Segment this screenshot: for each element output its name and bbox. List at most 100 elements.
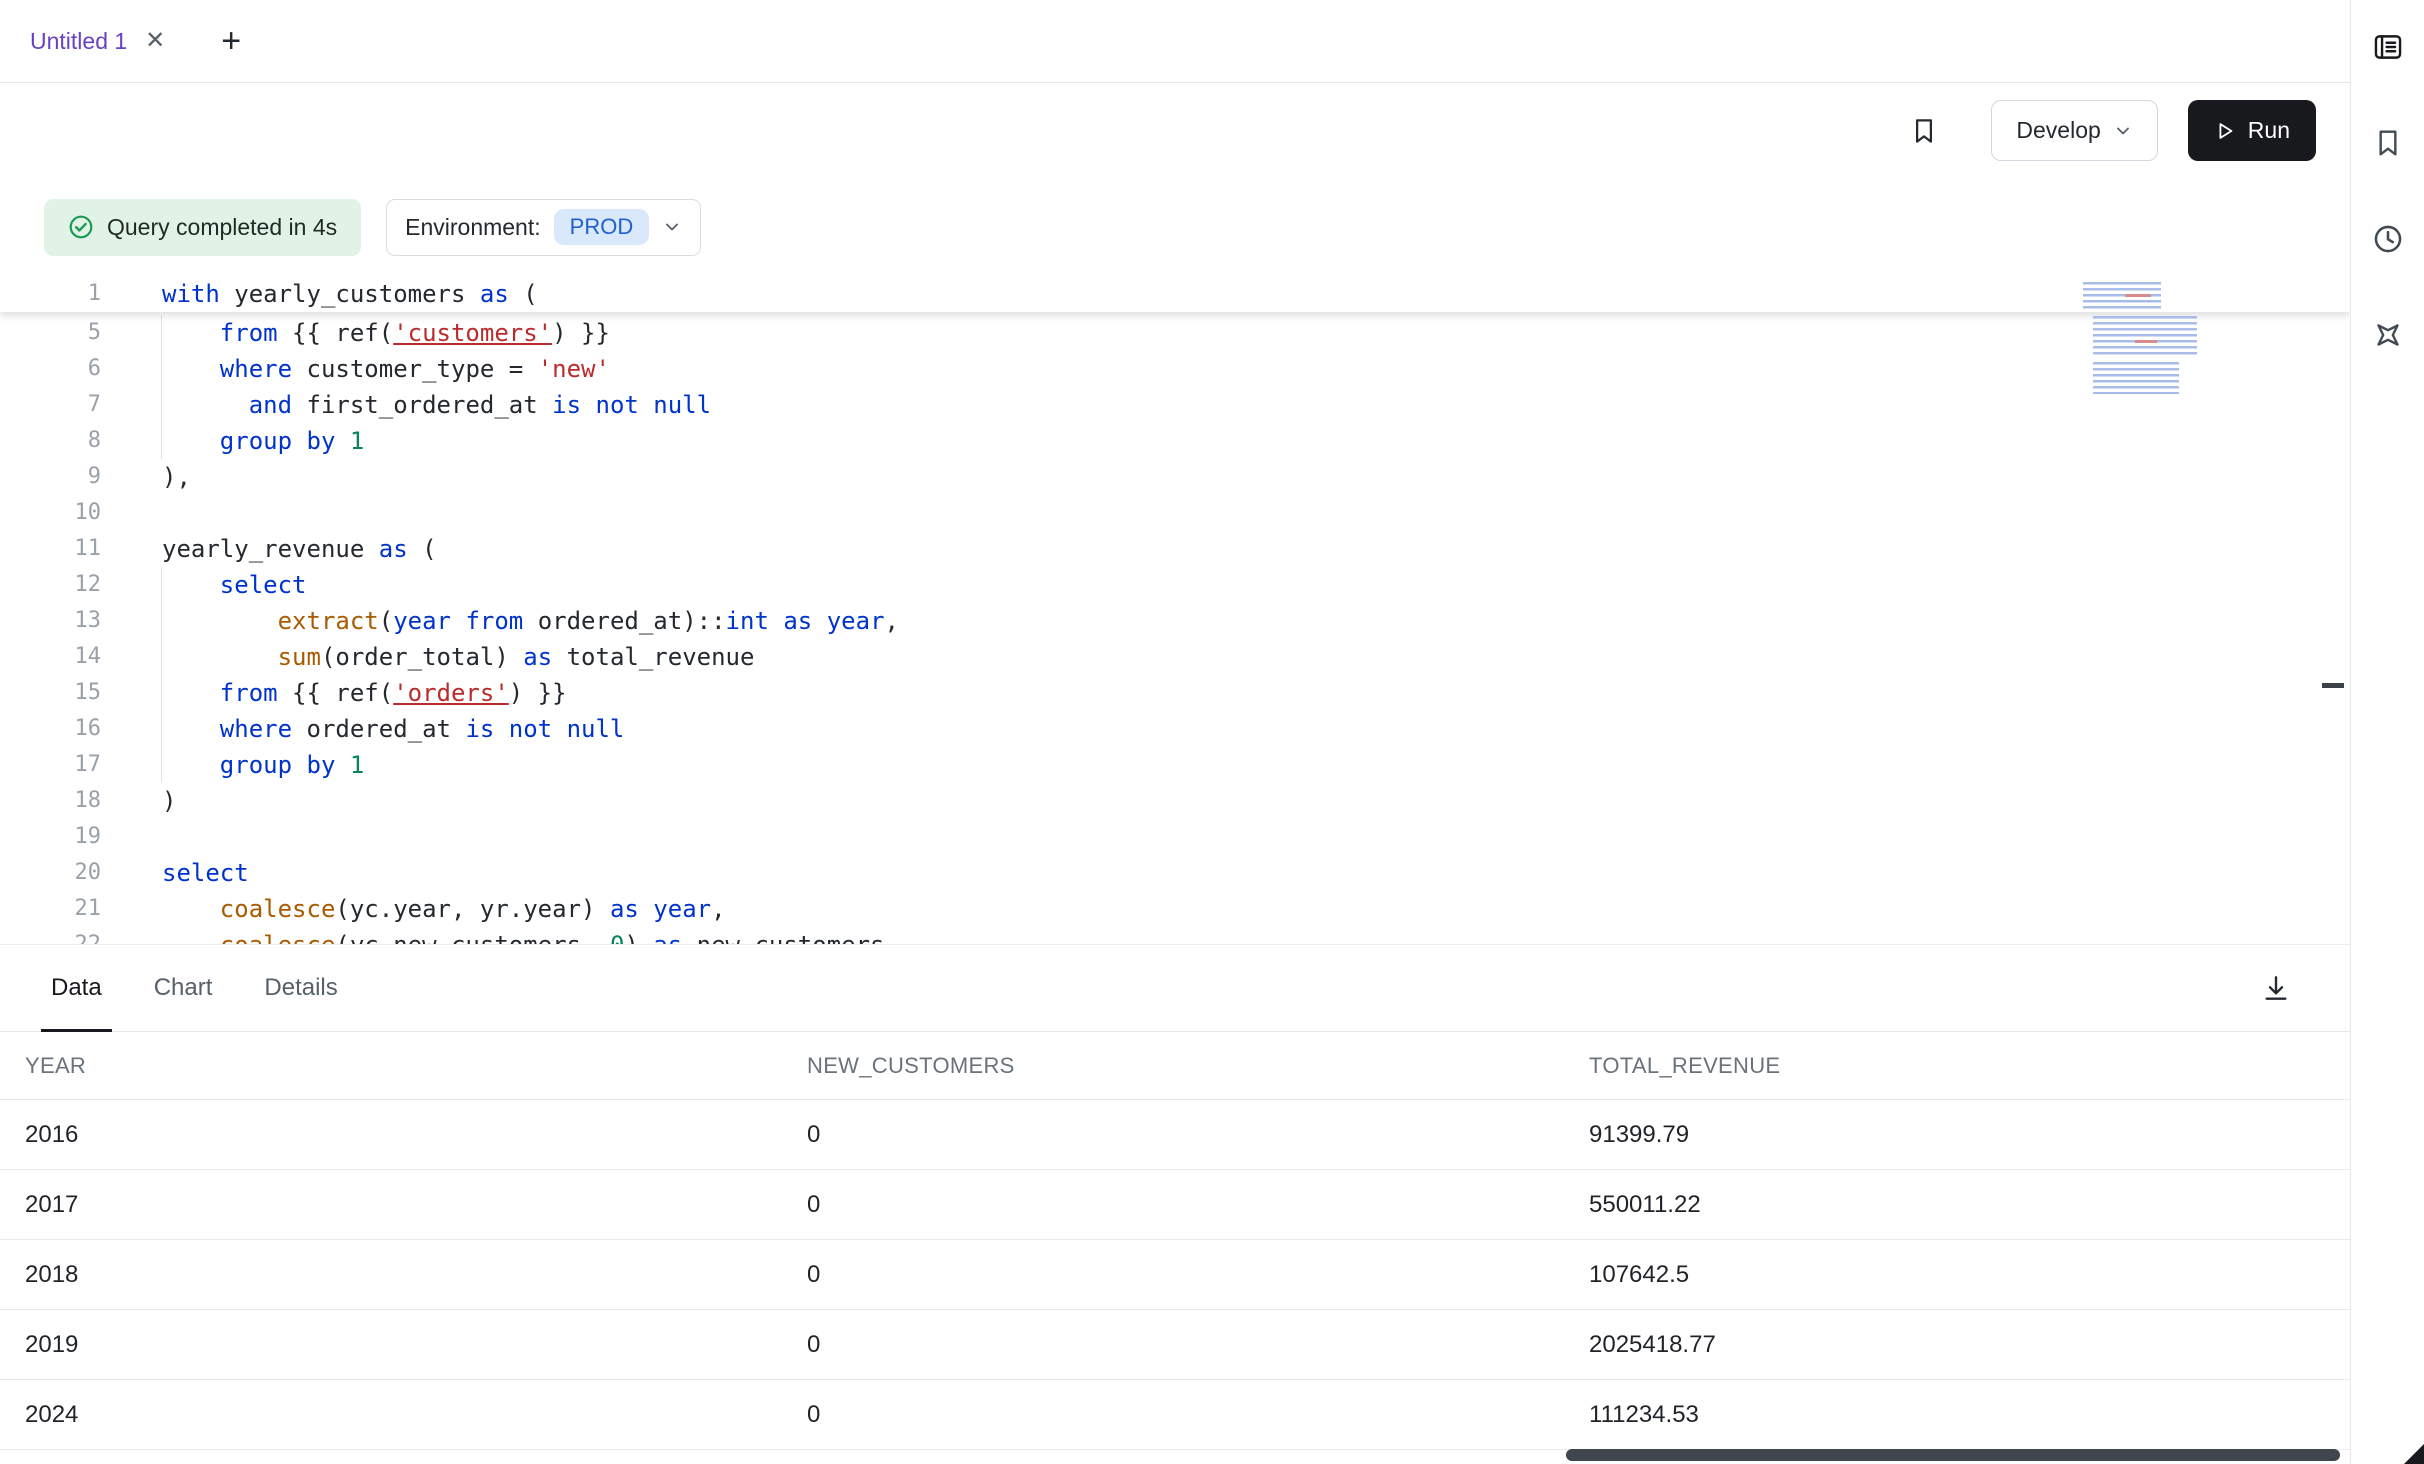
code-line[interactable]: 1with yearly_customers as ( [0, 276, 2350, 312]
table-cell: 2018 [25, 1261, 807, 1289]
line-number: 5 [0, 315, 101, 351]
column-header[interactable]: NEW_CUSTOMERS [807, 1053, 1589, 1079]
status-bar: Query completed in 4s Environment: PROD [0, 178, 2350, 276]
code-line[interactable]: 9), [0, 459, 2350, 495]
line-number: 17 [0, 747, 101, 783]
results-tab-chart[interactable]: Chart [154, 945, 213, 1031]
results-panel: Data Chart Details YEARNEW_CUSTOMERSTOTAL_… [0, 944, 2350, 1464]
line-number: 16 [0, 711, 101, 747]
table-cell: 0 [807, 1121, 1589, 1149]
download-icon[interactable] [2260, 972, 2292, 1004]
close-tab-icon[interactable]: ✕ [145, 29, 165, 53]
tab-untitled-1[interactable]: Untitled 1 ✕ [0, 0, 195, 82]
line-number: 15 [0, 675, 101, 711]
document-outline-icon[interactable] [2369, 28, 2407, 66]
query-status-pill: Query completed in 4s [44, 199, 361, 256]
code-lines: 5 from {{ ref('customers') }}6 where cus… [0, 315, 2350, 944]
run-label: Run [2248, 117, 2290, 144]
results-tabs: Data Chart Details [51, 945, 338, 1031]
play-icon [2214, 120, 2236, 142]
code-line[interactable]: 5 from {{ ref('customers') }} [0, 315, 2350, 351]
toolbar: Develop Run [0, 83, 2350, 178]
sticky-line-slot: 1with yearly_customers as ( [0, 276, 2350, 312]
chevron-down-icon [662, 217, 682, 237]
code-line[interactable]: 17 group by 1 [0, 747, 2350, 783]
line-number: 13 [0, 603, 101, 639]
tab-bar: Untitled 1 ✕ + [0, 0, 2350, 83]
table-cell: 107642.5 [1589, 1261, 2350, 1289]
minimap-block [2083, 282, 2161, 312]
line-number: 6 [0, 351, 101, 387]
environment-badge: PROD [554, 209, 650, 245]
line-number: 1 [0, 276, 101, 312]
line-number: 8 [0, 423, 101, 459]
code-line[interactable]: 21 coalesce(yc.year, yr.year) as year, [0, 891, 2350, 927]
code-line[interactable]: 20select [0, 855, 2350, 891]
minimap-highlight [2135, 340, 2157, 343]
table-cell: 91399.79 [1589, 1121, 2350, 1149]
code-line[interactable]: 16 where ordered_at is not null [0, 711, 2350, 747]
table-cell: 0 [807, 1191, 1589, 1219]
table-cell: 111234.53 [1589, 1401, 2350, 1429]
table-cell: 0 [807, 1261, 1589, 1289]
results-tab-data[interactable]: Data [51, 945, 102, 1031]
table-cell: 2024 [25, 1401, 807, 1429]
sql-editor[interactable]: 1with yearly_customers as ( 5 from {{ re… [0, 276, 2350, 944]
table-cell: 0 [807, 1331, 1589, 1359]
code-line[interactable]: 10 [0, 495, 2350, 531]
code-line[interactable]: 19 [0, 819, 2350, 855]
table-row[interactable]: 20240111234.53 [0, 1380, 2350, 1450]
environment-label: Environment: [405, 214, 541, 241]
table-cell: 2019 [25, 1331, 807, 1359]
history-icon[interactable] [2369, 220, 2407, 258]
table-row[interactable]: 20170550011.22 [0, 1170, 2350, 1240]
minimap-highlight [2125, 294, 2151, 297]
right-sidebar [2350, 0, 2424, 1464]
resize-corner[interactable] [2404, 1444, 2424, 1464]
line-number: 18 [0, 783, 101, 819]
query-status-text: Query completed in 4s [107, 214, 337, 241]
table-cell: 2017 [25, 1191, 807, 1219]
table-body: 2016091399.7920170550011.2220180107642.5… [0, 1100, 2350, 1450]
table-cell: 2016 [25, 1121, 807, 1149]
check-circle-icon [68, 214, 94, 240]
results-tab-details[interactable]: Details [264, 945, 337, 1031]
tab-label: Untitled 1 [30, 28, 127, 55]
minimap-block [2093, 362, 2179, 394]
table-row[interactable]: 201902025418.77 [0, 1310, 2350, 1380]
line-number: 22 [0, 927, 101, 944]
code-line[interactable]: 11yearly_revenue as ( [0, 531, 2350, 567]
bookmark-icon[interactable] [1909, 116, 1939, 146]
run-button[interactable]: Run [2188, 100, 2316, 161]
code-line[interactable]: 18) [0, 783, 2350, 819]
code-line[interactable]: 14 sum(order_total) as total_revenue [0, 639, 2350, 675]
environment-selector[interactable]: Environment: PROD [386, 199, 701, 256]
table-row[interactable]: 20180107642.5 [0, 1240, 2350, 1310]
table-cell: 0 [807, 1401, 1589, 1429]
code-line[interactable]: 7 and first_ordered_at is not null [0, 387, 2350, 423]
bookmark-icon[interactable] [2369, 124, 2407, 162]
table-row[interactable]: 2016091399.79 [0, 1100, 2350, 1170]
column-header[interactable]: YEAR [25, 1053, 807, 1079]
scrollbar-cursor-marker[interactable] [2322, 683, 2344, 688]
code-line[interactable]: 22 coalesce(yc.new_customers, 0) as new_… [0, 927, 2350, 944]
line-number: 14 [0, 639, 101, 675]
new-tab-button[interactable]: + [221, 22, 241, 61]
column-header[interactable]: TOTAL_REVENUE [1589, 1053, 2350, 1079]
code-line[interactable]: 15 from {{ ref('orders') }} [0, 675, 2350, 711]
main-area: Untitled 1 ✕ + Develop Run [0, 0, 2350, 1464]
line-number: 12 [0, 567, 101, 603]
line-number: 10 [0, 495, 101, 531]
code-line[interactable]: 12 select [0, 567, 2350, 603]
lineage-icon[interactable] [2369, 316, 2407, 354]
develop-button[interactable]: Develop [1991, 100, 2157, 161]
minimap-block [2093, 316, 2197, 358]
minimap[interactable] [2083, 282, 2205, 394]
code-line[interactable]: 8 group by 1 [0, 423, 2350, 459]
code-line[interactable]: 13 extract(year from ordered_at)::int as… [0, 603, 2350, 639]
line-number: 20 [0, 855, 101, 891]
table-header: YEARNEW_CUSTOMERSTOTAL_REVENUE [0, 1032, 2350, 1100]
horizontal-scrollbar[interactable] [1566, 1449, 2340, 1461]
line-number: 7 [0, 387, 101, 423]
code-line[interactable]: 6 where customer_type = 'new' [0, 351, 2350, 387]
